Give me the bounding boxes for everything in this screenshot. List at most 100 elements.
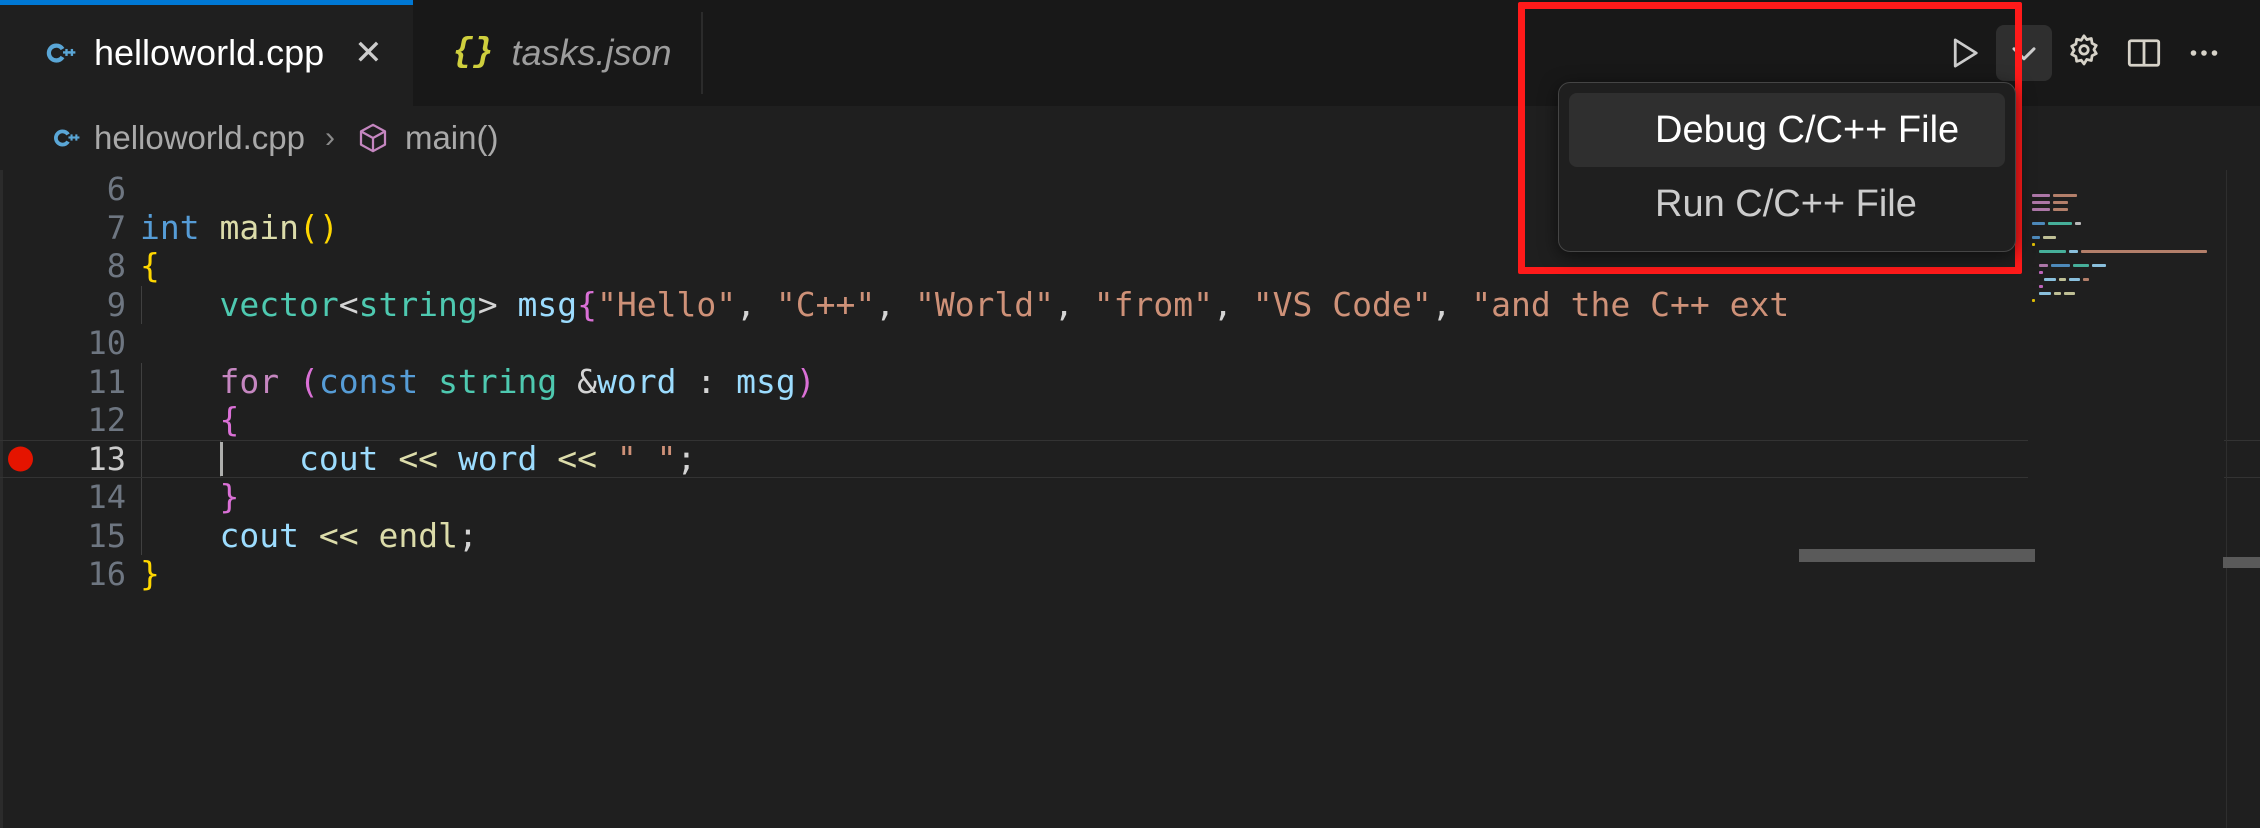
tab-label: helloworld.cpp bbox=[94, 32, 325, 73]
minimap-segment bbox=[2068, 278, 2080, 281]
breadcrumb-label: helloworld.cpp bbox=[94, 119, 305, 156]
minimap-segment bbox=[2039, 271, 2043, 274]
code-token: msg bbox=[517, 284, 578, 324]
code-token: << bbox=[557, 438, 598, 478]
minimap-line bbox=[2032, 276, 2224, 283]
minimap-line bbox=[2032, 241, 2224, 248]
menu-item-label: Debug C/C++ File bbox=[1655, 108, 1960, 151]
run-or-debug-button[interactable] bbox=[1936, 25, 1992, 81]
editor-horizontal-scrollbar[interactable] bbox=[1799, 549, 2035, 562]
minimap-line bbox=[2032, 220, 2224, 227]
code-token: << bbox=[398, 438, 439, 478]
menu-item-run-cpp-file[interactable]: Run C/C++ File bbox=[1569, 167, 2005, 241]
minimap-segment bbox=[2032, 292, 2037, 295]
minimap-segment bbox=[2039, 264, 2049, 267]
minimap-line bbox=[2032, 213, 2224, 220]
minimap-segment bbox=[2032, 201, 2050, 204]
code-line[interactable]: 12 { bbox=[0, 400, 2260, 440]
line-number-gutter[interactable]: 9 bbox=[0, 286, 140, 325]
chevron-down-icon bbox=[2012, 47, 2036, 61]
line-number-gutter[interactable]: 11 bbox=[0, 363, 140, 402]
line-number-gutter[interactable]: 8 bbox=[0, 247, 140, 286]
editor-right-edge bbox=[2226, 170, 2227, 828]
minimap-segment bbox=[2053, 292, 2061, 295]
minimap-segment bbox=[2051, 264, 2070, 267]
code-tokens: cout << word << " "; bbox=[140, 439, 696, 478]
code-token: ; bbox=[676, 438, 697, 478]
line-number-gutter[interactable]: 16 bbox=[0, 555, 140, 594]
settings-button[interactable] bbox=[2056, 25, 2112, 81]
run-debug-dropdown-button[interactable] bbox=[1996, 25, 2052, 81]
code-line[interactable]: 9 vector<string> msg{"Hello", "C++", "Wo… bbox=[0, 285, 2260, 325]
code-tokens: int main() bbox=[140, 208, 339, 247]
code-line[interactable]: 11 for (const string &word : msg) bbox=[0, 361, 2260, 402]
menu-item-debug-cpp-file[interactable]: Debug C/C++ File bbox=[1569, 93, 2005, 167]
code-line[interactable]: 10 bbox=[0, 324, 2260, 363]
code-line[interactable]: 13 cout << word << " "; bbox=[0, 439, 2260, 479]
breadcrumb-item-file[interactable]: helloworld.cpp bbox=[48, 119, 305, 157]
line-number-gutter[interactable]: 15 bbox=[0, 517, 140, 556]
code-token: cout bbox=[298, 438, 379, 478]
code-line[interactable]: 14 } bbox=[0, 477, 2260, 517]
code-token: "and the C++ ext bbox=[1471, 284, 1790, 324]
code-token: "C++" bbox=[775, 284, 876, 324]
minimap-segment bbox=[2072, 264, 2089, 267]
code-line-content: vector<string> msg{"Hello", "C++", "Worl… bbox=[140, 285, 2260, 324]
code-tokens: { bbox=[140, 400, 239, 439]
breadcrumb-item-symbol[interactable]: main() bbox=[355, 119, 498, 157]
code-token: << bbox=[318, 515, 359, 555]
line-number: 13 bbox=[87, 439, 126, 478]
menu-item-label: Run C/C++ File bbox=[1655, 182, 1917, 225]
code-token: & bbox=[557, 361, 598, 401]
cpp-file-icon bbox=[48, 122, 80, 154]
code-token: , bbox=[736, 284, 776, 324]
tab-close-icon[interactable]: ✕ bbox=[354, 36, 383, 70]
code-line-content: { bbox=[140, 400, 2260, 440]
code-line[interactable]: 8{ bbox=[0, 246, 2260, 286]
line-number: 9 bbox=[106, 285, 126, 324]
code-editor[interactable]: 6 7 int main() 8{9 vector<string> msg{"Hell… bbox=[0, 170, 2260, 828]
line-number: 11 bbox=[87, 362, 126, 401]
minimap[interactable] bbox=[2028, 170, 2224, 828]
minimap-horizontal-scrollbar[interactable] bbox=[2223, 557, 2260, 568]
code-tokens: for (const string &word : msg) bbox=[140, 361, 815, 401]
code-tokens: cout << endl; bbox=[140, 515, 477, 555]
minimap-segment bbox=[2032, 285, 2037, 288]
minimap-segment bbox=[2074, 222, 2081, 225]
minimap-line bbox=[2032, 234, 2224, 241]
run-debug-dropdown-menu[interactable]: Debug C/C++ File Run C/C++ File bbox=[1558, 82, 2016, 252]
code-token: const bbox=[318, 361, 419, 401]
minimap-segment bbox=[2032, 243, 2036, 246]
code-token: vector bbox=[219, 284, 339, 324]
line-number-gutter[interactable]: 13 bbox=[0, 440, 140, 479]
line-number-gutter[interactable]: 14 bbox=[0, 478, 140, 517]
minimap-segment bbox=[2032, 222, 2045, 225]
tab-tasks-json[interactable]: {} tasks.json bbox=[412, 0, 702, 106]
more-actions-button[interactable] bbox=[2176, 25, 2232, 81]
minimap-line bbox=[2032, 290, 2224, 297]
line-number-gutter[interactable]: 12 bbox=[0, 401, 140, 440]
code-token: string bbox=[438, 361, 558, 401]
code-token: word bbox=[457, 438, 538, 478]
split-editor-button[interactable] bbox=[2116, 25, 2172, 81]
line-number-gutter[interactable]: 10 bbox=[0, 324, 140, 363]
breadcrumb-separator-icon: › bbox=[324, 121, 335, 154]
code-token: , bbox=[1213, 284, 1253, 324]
code-tokens: vector<string> msg{"Hello", "C++", "Worl… bbox=[140, 285, 1789, 324]
minimap-segment bbox=[2052, 201, 2068, 204]
tab-helloworld-cpp[interactable]: helloworld.cpp ✕ bbox=[0, 0, 413, 106]
code-token: "from" bbox=[1093, 284, 1213, 324]
code-token: , bbox=[1054, 284, 1094, 324]
code-tokens: } bbox=[140, 477, 239, 516]
breakpoint-icon[interactable] bbox=[8, 446, 33, 472]
minimap-segment bbox=[2039, 285, 2043, 288]
code-token: "VS Code" bbox=[1252, 284, 1432, 324]
code-token: string bbox=[358, 284, 478, 324]
line-number-gutter[interactable]: 6 bbox=[0, 170, 140, 209]
code-token: : bbox=[676, 361, 737, 401]
line-number-gutter[interactable]: 7 bbox=[0, 209, 140, 248]
